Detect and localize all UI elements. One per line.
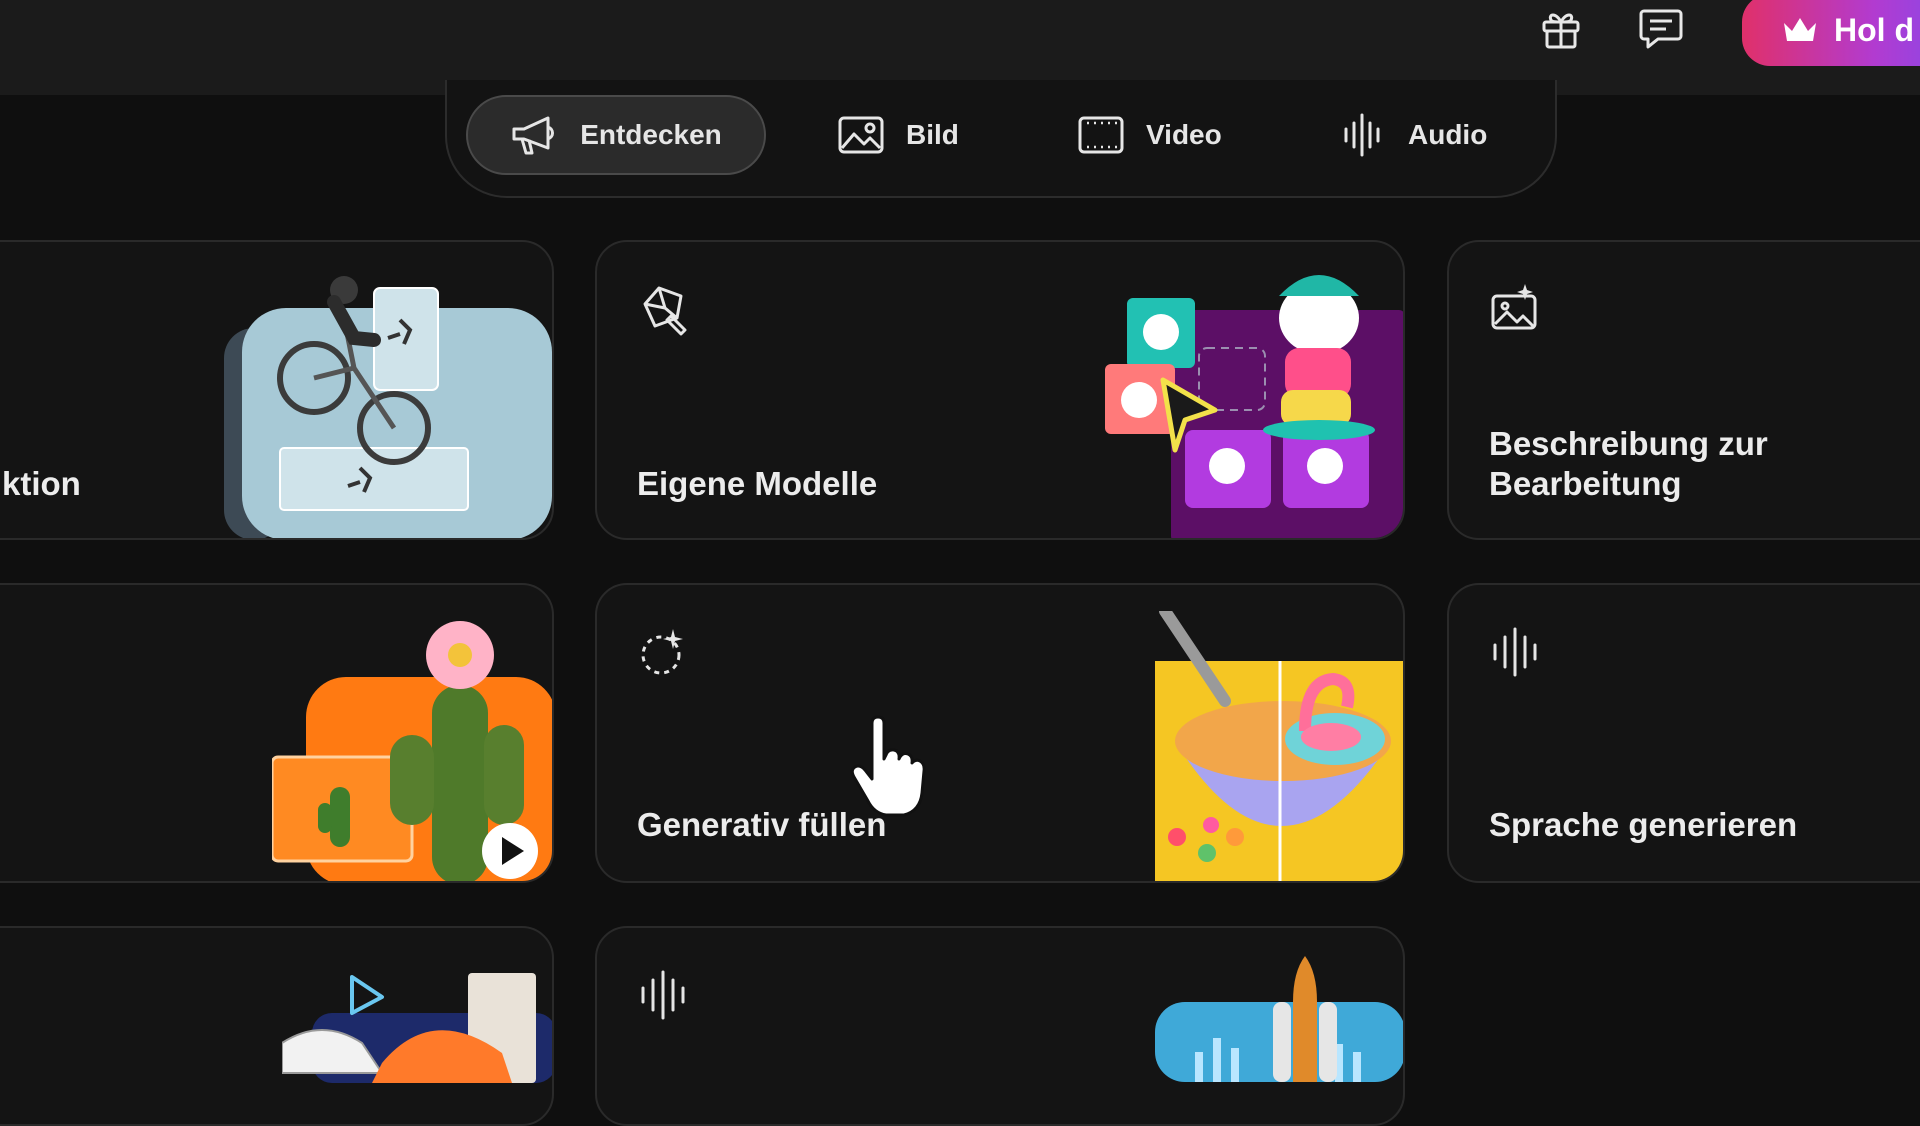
card-eigene-modelle[interactable]: Eigene Modelle <box>595 240 1405 540</box>
tab-bild[interactable]: Bild <box>838 95 959 175</box>
tab-entdecken[interactable]: Entdecken <box>466 95 766 175</box>
chat-icon[interactable] <box>1638 6 1684 52</box>
upgrade-label: Hol d <box>1834 11 1914 48</box>
upgrade-button[interactable]: Hol d <box>1742 0 1920 66</box>
card-left-row3[interactable] <box>0 926 554 1126</box>
custom-model-icon <box>643 286 687 336</box>
card-title: Eigene Modelle <box>637 465 878 502</box>
panda-illustration <box>1105 275 1403 538</box>
card-sprache-generieren[interactable]: Sprache generieren <box>1447 583 1920 883</box>
crown-icon <box>1784 18 1816 41</box>
card-title: ktion <box>2 465 81 502</box>
sneaker-illustration <box>282 973 552 1083</box>
tab-label: Audio <box>1408 119 1488 150</box>
tab-audio[interactable]: Audio <box>1342 95 1487 175</box>
gift-icon[interactable] <box>1538 6 1584 52</box>
card-title: Sprache generieren <box>1489 806 1798 843</box>
tab-label: Entdecken <box>580 119 722 150</box>
hand-cursor-icon <box>850 715 926 817</box>
card-left-row1[interactable]: ktion <box>0 240 554 540</box>
card-middle-row3[interactable] <box>595 926 1405 1126</box>
rocket-illustration <box>1155 956 1403 1082</box>
card-generativ-fuellen[interactable]: Generativ füllen <box>595 583 1405 883</box>
cereal-bowl-illustration <box>1155 611 1403 881</box>
generative-fill-icon <box>641 629 683 675</box>
card-title-line1: Beschreibung zur <box>1489 425 1768 462</box>
cactus-illustration <box>272 621 552 881</box>
tab-label: Bild <box>906 119 959 150</box>
film-icon <box>1078 116 1124 154</box>
card-title-line2: Bearbeitung <box>1489 465 1682 502</box>
bike-illustration <box>224 276 552 538</box>
card-beschreibung[interactable]: Beschreibung zur Bearbeitung <box>1447 240 1920 540</box>
image-icon <box>838 116 884 154</box>
megaphone-icon <box>512 116 555 155</box>
waveform-icon <box>1493 627 1537 677</box>
image-edit-icon <box>1491 284 1537 330</box>
waveform-icon <box>641 970 685 1020</box>
tab-label: Video <box>1146 119 1222 150</box>
waveform-icon <box>1344 113 1380 157</box>
tab-video[interactable]: Video <box>1078 95 1222 175</box>
card-left-row2[interactable] <box>0 583 554 883</box>
